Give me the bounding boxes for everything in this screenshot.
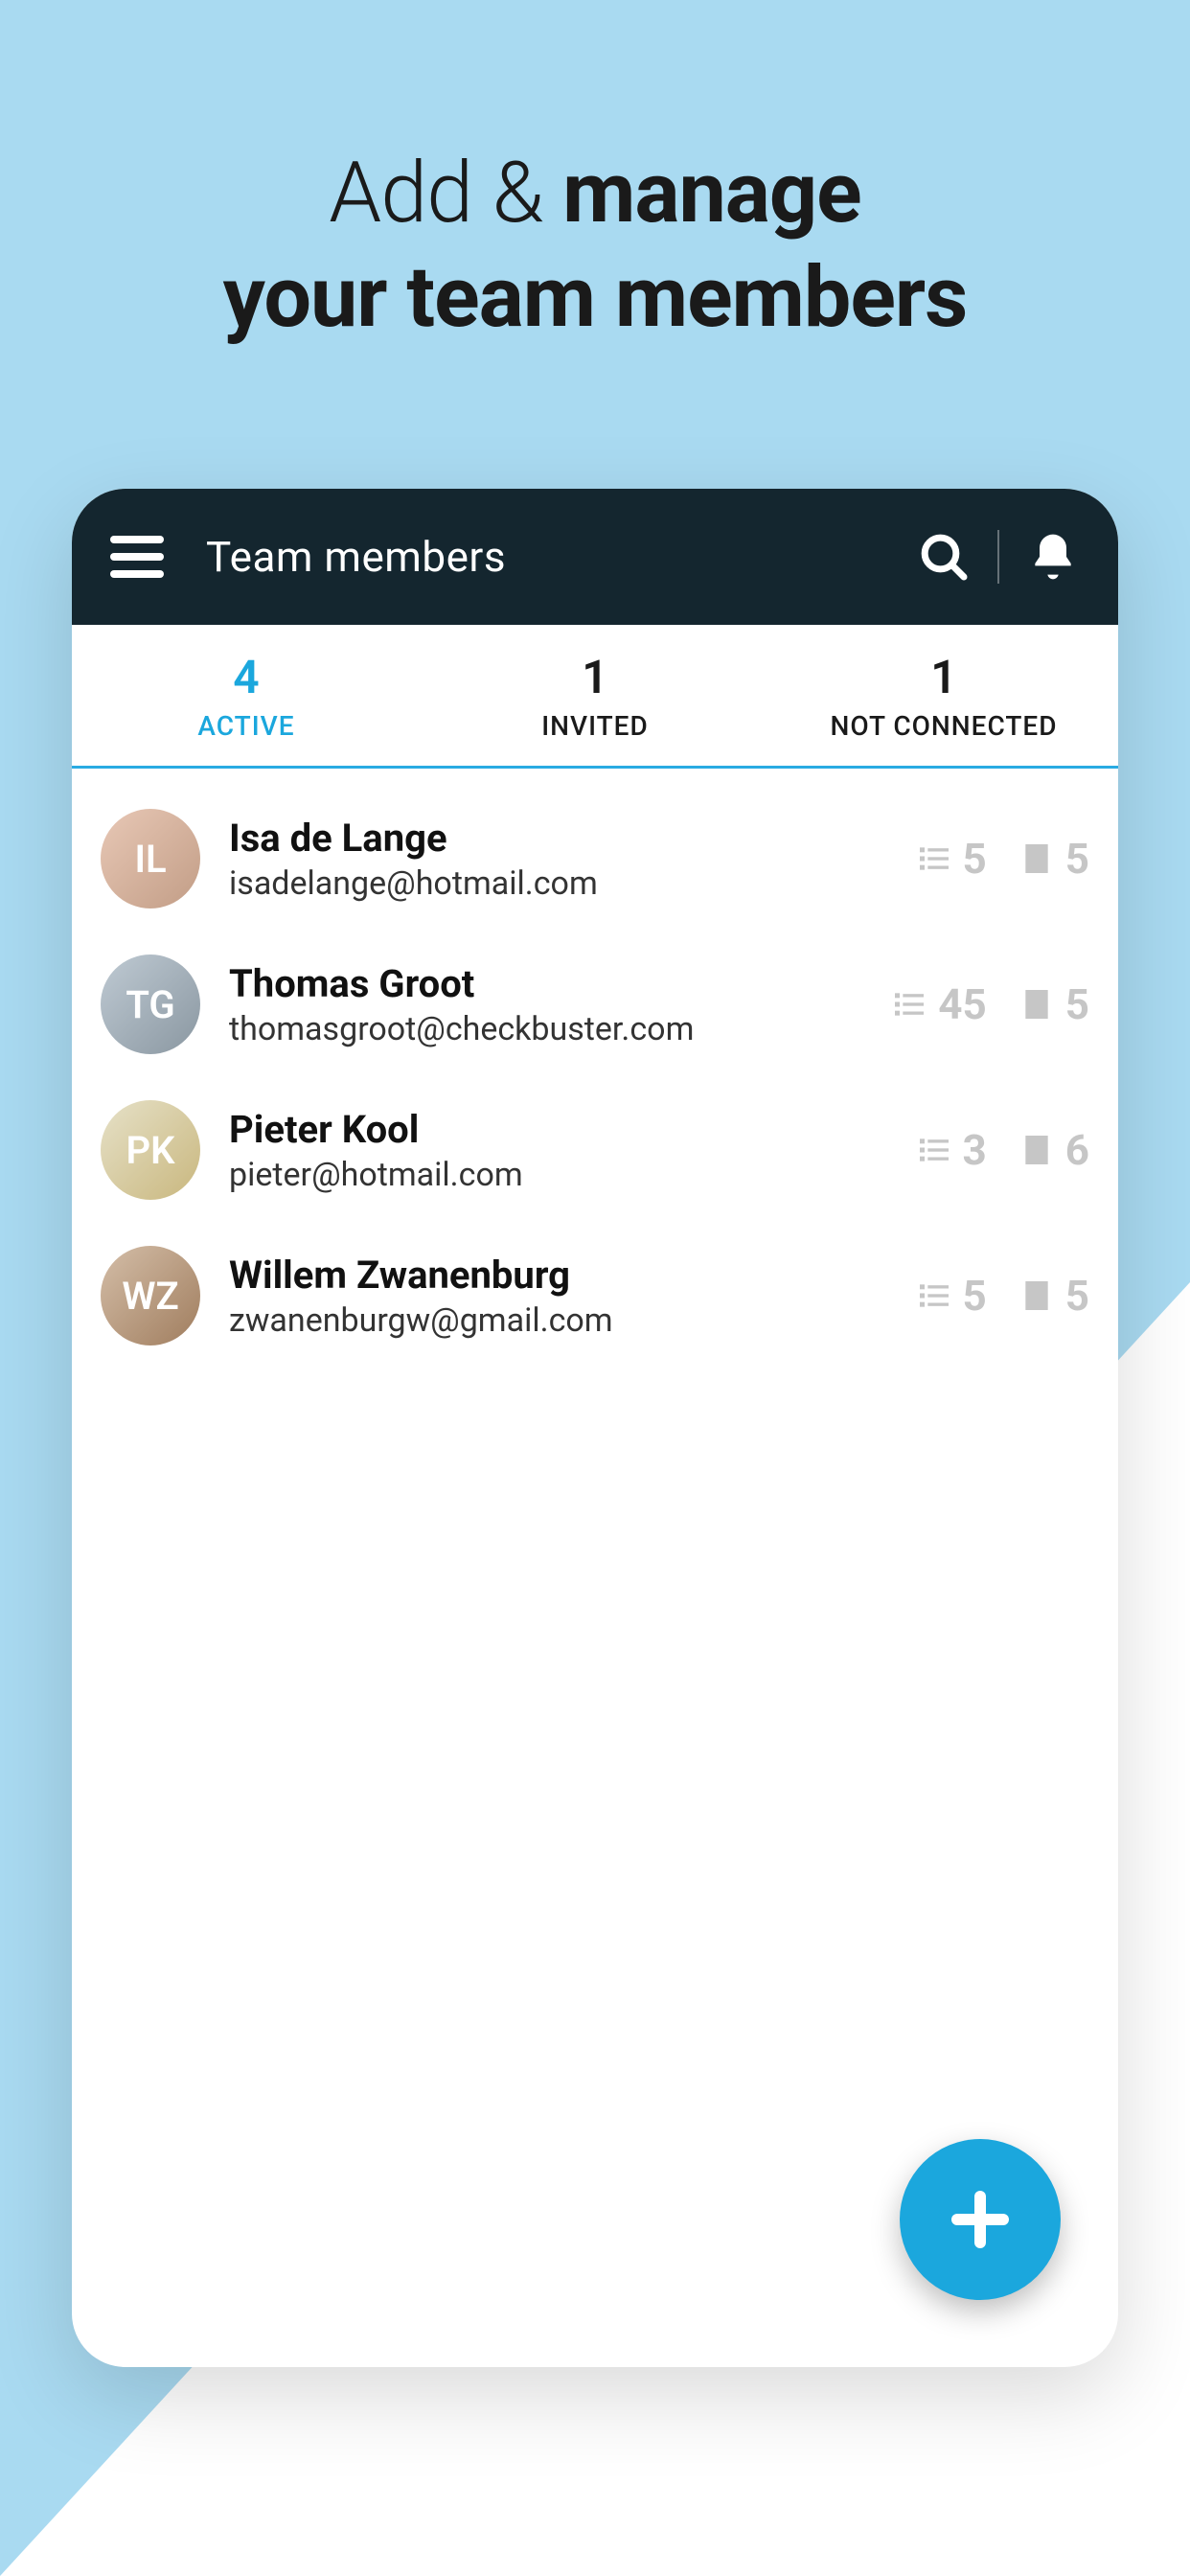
add-member-button[interactable] xyxy=(900,2139,1061,2300)
avatar: TG xyxy=(101,954,200,1054)
member-stats: 55 xyxy=(915,1271,1090,1321)
member-name: Willem Zwanenburg xyxy=(229,1253,886,1298)
tab-active-label: ACTIVE xyxy=(197,710,294,742)
member-row[interactable]: PKPieter Koolpieter@hotmail.com36 xyxy=(72,1077,1118,1223)
member-list: ILIsa de Langeisadelange@hotmail.com55TG… xyxy=(72,769,1118,1386)
list-count: 5 xyxy=(963,834,987,884)
building-icon xyxy=(1018,840,1056,878)
tabs: 4 ACTIVE 1 INVITED 1 NOT CONNECTED xyxy=(72,625,1118,769)
member-email: thomasgroot@checkbuster.com xyxy=(229,1010,861,1048)
tab-active[interactable]: 4 ACTIVE xyxy=(72,625,421,766)
member-name: Pieter Kool xyxy=(229,1107,886,1152)
notifications-button[interactable] xyxy=(1026,530,1080,584)
tab-invited-count: 1 xyxy=(582,650,607,704)
building-count-stat: 5 xyxy=(1018,979,1089,1029)
building-count: 5 xyxy=(1065,1271,1089,1321)
member-row[interactable]: TG Thomas Groot thomasgroot@checkbuster.co… xyxy=(72,932,1118,1077)
list-count: 5 xyxy=(963,1271,987,1321)
plus-icon xyxy=(946,2185,1015,2254)
list-icon xyxy=(890,985,928,1024)
member-name: Isa de Lange xyxy=(229,816,886,861)
member-info: Pieter Kool pieter@hotmail.com xyxy=(229,1107,886,1194)
list-count-stat: 3 xyxy=(915,1125,987,1175)
list-icon xyxy=(915,1131,953,1169)
building-count-stat: 5 xyxy=(1018,834,1089,884)
member-name: Thomas Groot xyxy=(229,961,861,1006)
member-info: Thomas Groot thomasgroot@checkbuster.com xyxy=(229,961,861,1048)
building-count: 5 xyxy=(1065,834,1089,884)
member-row[interactable]: ILIsa de Langeisadelange@hotmail.com55 xyxy=(72,786,1118,932)
member-email: zwanenburgw@gmail.com xyxy=(229,1301,886,1340)
building-count: 5 xyxy=(1065,979,1089,1029)
tab-not-connected-label: NOT CONNECTED xyxy=(830,710,1057,742)
search-button[interactable] xyxy=(917,530,971,584)
member-stats: 55 xyxy=(915,834,1090,884)
tab-invited[interactable]: 1 INVITED xyxy=(421,625,769,766)
tab-active-count: 4 xyxy=(233,650,259,704)
list-count-stat: 45 xyxy=(890,979,987,1029)
hero-line1-light: Add & xyxy=(329,144,562,242)
appbar-divider xyxy=(997,530,999,584)
avatar: WZ xyxy=(101,1246,200,1346)
tab-not-connected[interactable]: 1 NOT CONNECTED xyxy=(769,625,1118,766)
tab-not-connected-count: 1 xyxy=(930,650,956,704)
building-icon xyxy=(1018,1276,1056,1315)
list-icon xyxy=(915,840,953,878)
member-row[interactable]: WZ Willem Zwanenburgzwanenburgw@gmail.com… xyxy=(72,1223,1118,1368)
list-count-stat: 5 xyxy=(915,834,987,884)
search-icon xyxy=(917,530,971,584)
building-icon xyxy=(1018,985,1056,1024)
member-email: isadelange@hotmail.com xyxy=(229,864,886,903)
building-count-stat: 5 xyxy=(1018,1271,1089,1321)
bell-icon xyxy=(1026,530,1080,584)
building-count-stat: 6 xyxy=(1018,1125,1089,1175)
member-email: pieter@hotmail.com xyxy=(229,1156,886,1194)
avatar: IL xyxy=(101,809,200,908)
menu-button[interactable] xyxy=(110,536,164,578)
list-count: 45 xyxy=(938,979,987,1029)
avatar: PK xyxy=(101,1100,200,1200)
member-info: Willem Zwanenburgzwanenburgw@gmail.com xyxy=(229,1253,886,1340)
member-stats: 45 5 xyxy=(890,979,1089,1029)
list-count-stat: 5 xyxy=(915,1271,987,1321)
phone-frame: Team members 4 ACTIVE 1 INVITED 1 NOT CO… xyxy=(72,489,1118,2367)
building-icon xyxy=(1018,1131,1056,1169)
appbar-actions xyxy=(917,530,1080,584)
appbar-title: Team members xyxy=(206,532,917,582)
list-count: 3 xyxy=(963,1125,987,1175)
member-info: Isa de Langeisadelange@hotmail.com xyxy=(229,816,886,903)
tab-invited-label: INVITED xyxy=(541,710,649,742)
app-bar: Team members xyxy=(72,489,1118,625)
hero-heading: Add & manage your team members xyxy=(0,144,1190,347)
building-count: 6 xyxy=(1065,1125,1089,1175)
list-icon xyxy=(915,1276,953,1315)
hero-line2: your team members xyxy=(0,248,1190,347)
hero-line1-bold: manage xyxy=(562,144,861,242)
member-stats: 36 xyxy=(915,1125,1090,1175)
